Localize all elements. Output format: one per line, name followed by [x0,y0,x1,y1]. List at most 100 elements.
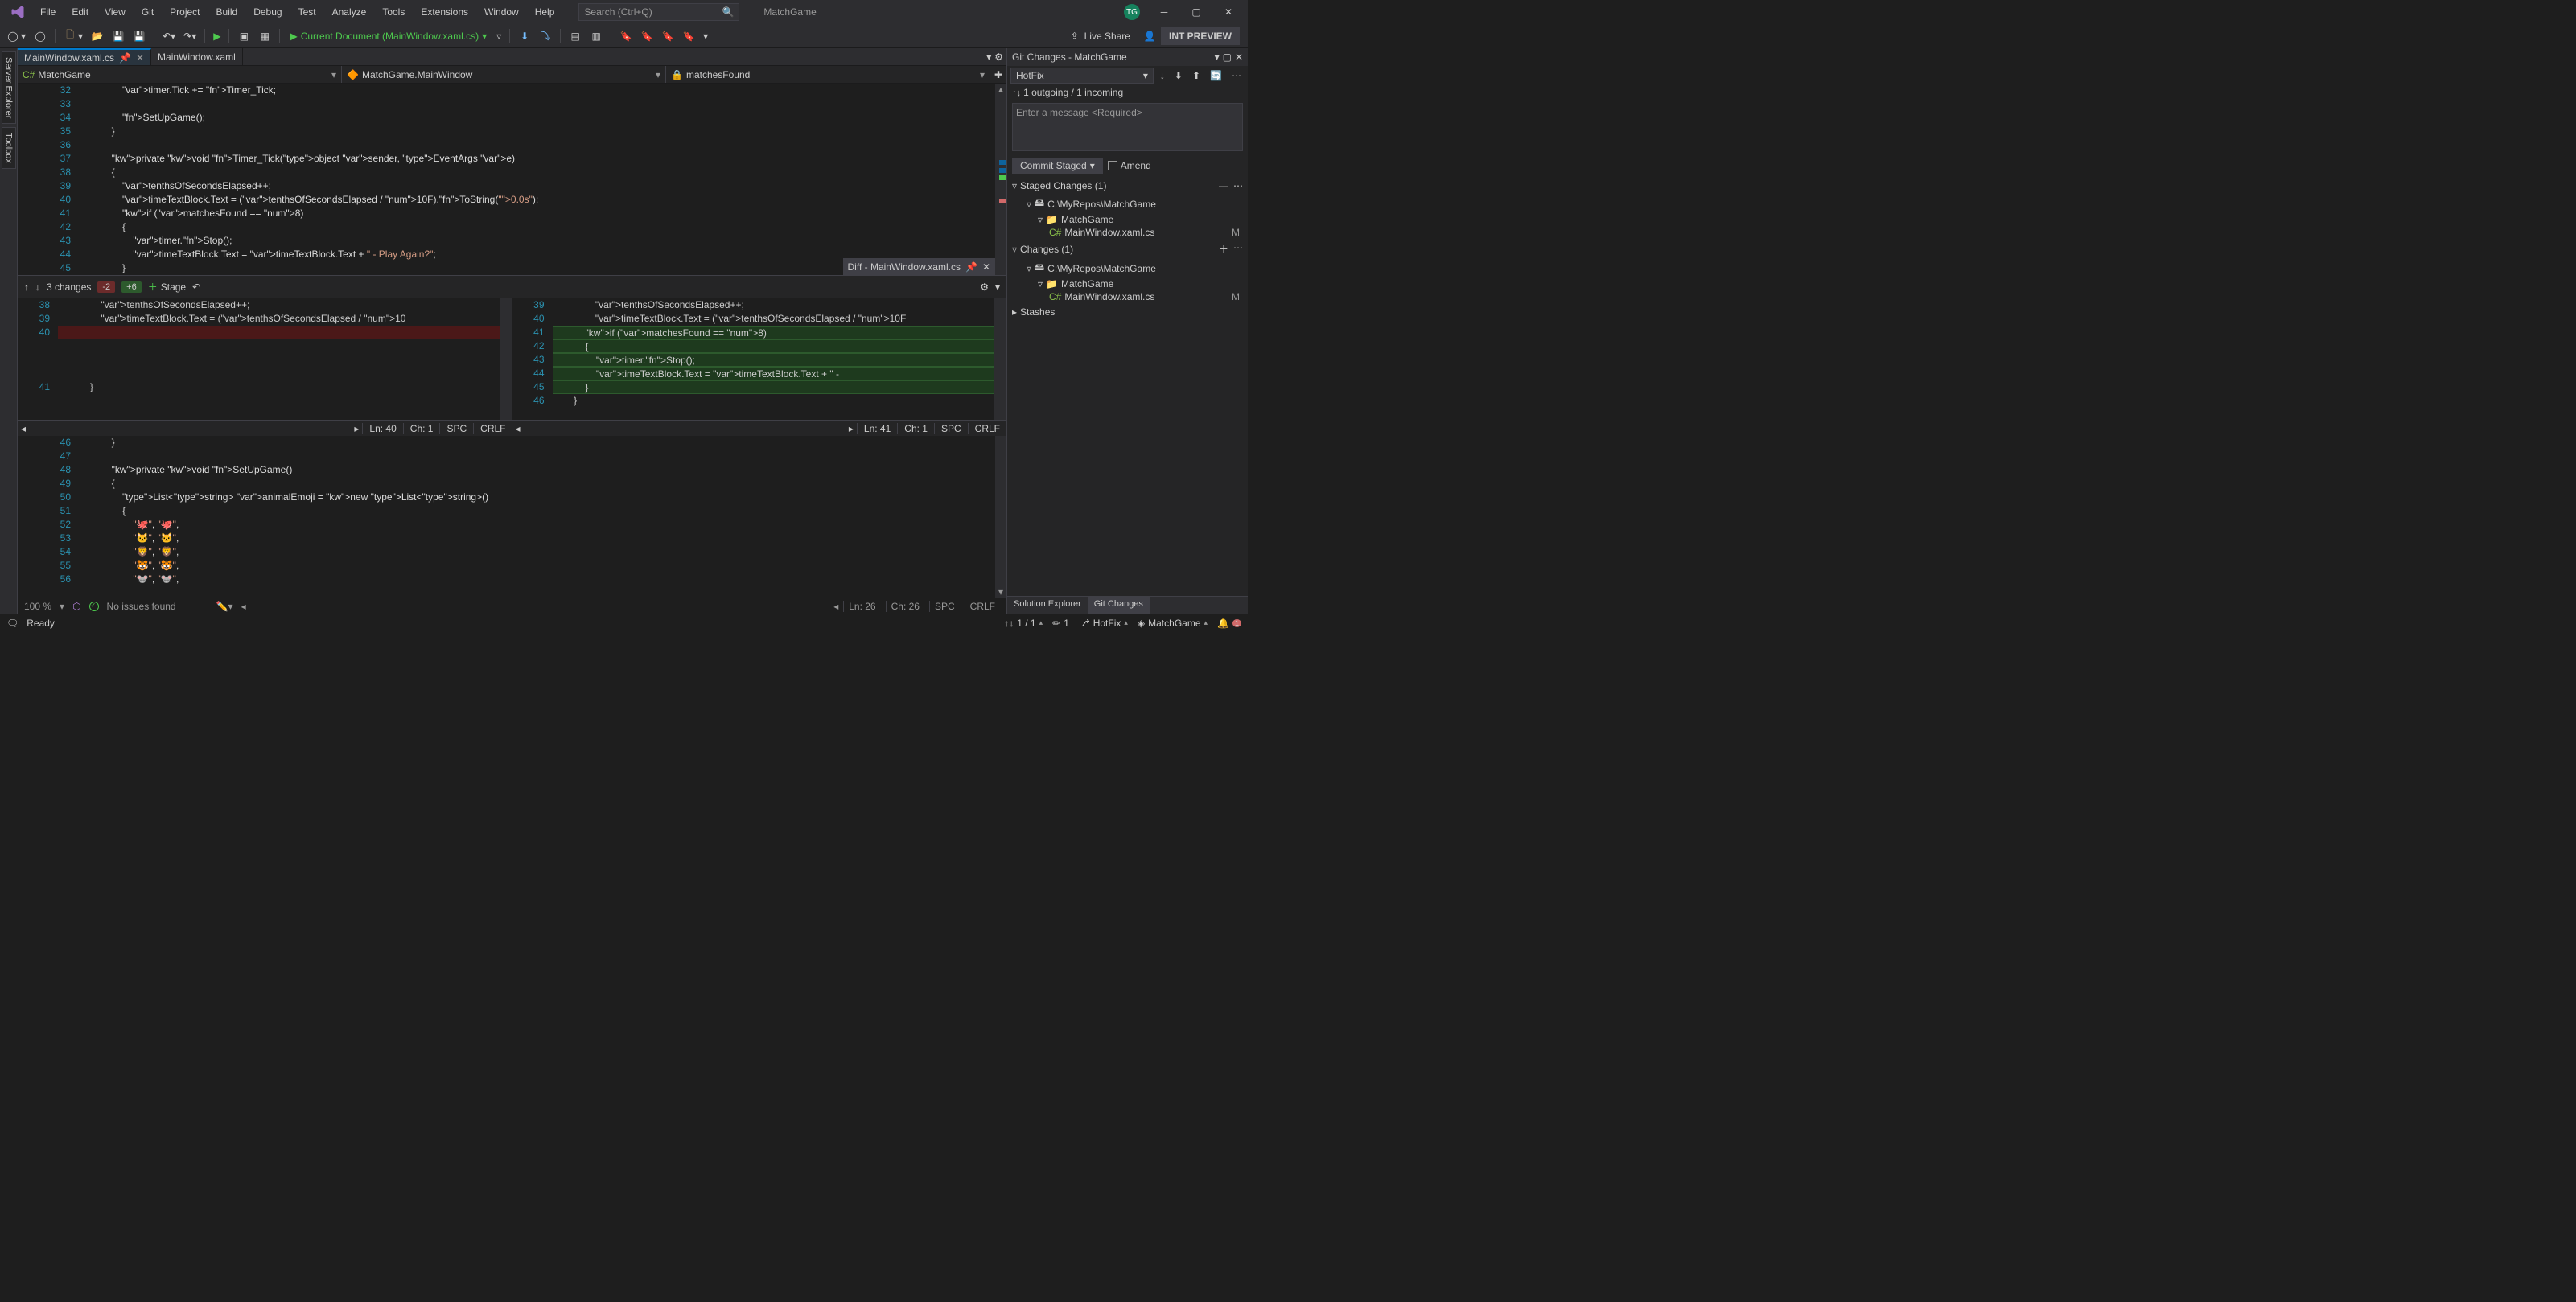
undo-button[interactable]: ↶▾ [159,29,179,43]
diff-undo-button[interactable]: ↶ [192,281,200,293]
tab-dropdown-icon[interactable]: ▾ [986,51,991,63]
diff-stage-button[interactable]: ＋Stage [148,280,186,294]
notifications[interactable]: 🔔1 [1217,618,1241,629]
diff-right-scrollbar[interactable] [994,298,1006,420]
step-over-button[interactable]: ⤵ [536,28,555,44]
diff-dropdown-icon[interactable]: ▾ [995,281,1000,293]
branch-status[interactable]: ⎇ HotFix ▴ [1079,618,1128,629]
branch-dropdown[interactable]: HotFix ▾ [1010,68,1154,84]
file-tab-active[interactable]: MainWindow.xaml.cs 📌 ✕ [18,48,151,65]
diff-close-icon[interactable]: ✕ [982,261,990,273]
git-panel-dropdown-icon[interactable]: ▾ [1215,51,1220,63]
zoom-level[interactable]: 100 % [24,601,51,612]
menu-extensions[interactable]: Extensions [413,3,476,21]
nav-split-button[interactable]: ✚ [990,66,1006,83]
line-ending[interactable]: CRLF [965,601,1000,612]
nav-back-button[interactable]: ◯▾ [3,28,29,44]
project-node[interactable]: ▿📁MatchGame [1012,213,1248,226]
changes-header[interactable]: ▿Changes (1) ＋⋯ [1007,239,1248,259]
zoom-menu-icon[interactable]: ▾ [60,601,64,612]
run-dropdown[interactable]: ▿ [493,29,504,43]
bookmark-clear[interactable]: 🔖 [679,28,698,44]
save-button[interactable]: 💾 [109,28,128,44]
changes-more-icon[interactable]: ⋯ [1233,242,1243,256]
push-button[interactable]: ⬆ [1189,68,1204,83]
close-button[interactable]: ✕ [1212,0,1245,24]
unstage-all-icon[interactable]: — [1219,180,1228,191]
stage-all-icon[interactable]: ＋ [1219,242,1228,256]
fetch-button[interactable]: ↓ [1157,68,1168,83]
menu-tools[interactable]: Tools [374,3,413,21]
indent-mode[interactable]: SPC [929,601,960,612]
new-item-button[interactable]: 🗋▾ [60,28,86,44]
menu-help[interactable]: Help [527,3,563,21]
diff-prev-button[interactable]: ↑ [24,281,29,293]
tab-settings-icon[interactable]: ⚙ [994,51,1003,63]
menu-project[interactable]: Project [162,3,208,21]
commit-staged-button[interactable]: Commit Staged▾ [1012,158,1103,174]
open-button[interactable]: 📂 [88,28,107,44]
debug-props-button[interactable]: ▦ [255,28,274,44]
toolbox-tab[interactable]: Toolbox [2,127,16,169]
server-explorer-tab[interactable]: Server Explorer [2,51,16,124]
vertical-scrollbar[interactable]: ▴ [995,84,1006,275]
nav-class[interactable]: 🔶 MatchGame.MainWindow ▾ [342,66,666,83]
nav-member[interactable]: 🔒 matchesFound ▾ [666,66,990,83]
start-button[interactable]: ▶ [210,29,224,43]
amend-checkbox[interactable]: Amend [1108,160,1151,171]
stashes-header[interactable]: ▸Stashes [1007,303,1248,321]
pin-icon[interactable]: 📌 [119,52,131,64]
bookmark-prev[interactable]: 🔖 [637,28,656,44]
output-icon[interactable]: 🗨 [6,618,19,629]
menu-test[interactable]: Test [290,3,324,21]
feedback-button[interactable]: 👤 [1140,28,1159,44]
diff-settings-icon[interactable]: ⚙ [980,281,989,293]
staged-changes-header[interactable]: ▿Staged Changes (1) —⋯ [1007,177,1248,195]
tool-btn-1[interactable]: ▤ [566,28,585,44]
menu-analyze[interactable]: Analyze [324,3,375,21]
minimize-button[interactable]: ─ [1148,0,1180,24]
user-avatar[interactable]: TG [1124,4,1140,20]
menu-build[interactable]: Build [208,3,246,21]
run-current-doc[interactable]: ▶ Current Document (MainWindow.xaml.cs) … [285,29,492,43]
vs-logo-icon[interactable] [8,2,27,22]
code-editor[interactable]: "var">timer.Tick += "fn">Timer_Tick; "fn… [90,84,995,275]
git-more-button[interactable]: ⋯ [1228,68,1245,83]
nav-fwd-button[interactable]: ◯ [31,28,50,44]
repo-status[interactable]: ◈ MatchGame ▴ [1138,618,1208,629]
diff-right-pane[interactable]: 3940414243444546 "var">tenthsOfSecondsEl… [512,298,1007,420]
diff-left-pane[interactable]: 38394041 "var">tenthsOfSecondsElapsed++;… [18,298,512,420]
search-input[interactable]: Search (Ctrl+Q) 🔍 [578,3,739,21]
tool-btn-2[interactable]: ▥ [586,28,606,44]
debug-target-button[interactable]: ▣ [234,28,253,44]
sync-status[interactable]: ↑↓ 1 / 1 ▴ [1004,618,1043,629]
toolbar-overflow[interactable]: ▾ [700,29,711,43]
menu-view[interactable]: View [97,3,134,21]
menu-file[interactable]: File [32,3,64,21]
sync-button[interactable]: 🔄 [1207,68,1225,83]
pull-button[interactable]: ⬇ [1171,68,1186,83]
outgoing-incoming-link[interactable]: ↑↓ 1 outgoing / 1 incoming [1007,85,1248,100]
step-into-button[interactable]: ⬇ [515,28,534,44]
git-panel-pin-icon[interactable]: ▢ [1223,51,1232,63]
file-tab[interactable]: MainWindow.xaml [151,48,243,65]
live-share-button[interactable]: ⇪Live Share [1068,30,1130,43]
project-node[interactable]: ▿📁MatchGame [1012,277,1248,290]
bookmark-next[interactable]: 🔖 [658,28,677,44]
changed-file[interactable]: C#MainWindow.xaml.csM [1012,226,1248,239]
changed-file[interactable]: C#MainWindow.xaml.csM [1012,290,1248,303]
vertical-scrollbar[interactable]: ▾ [995,436,1006,598]
nav-project[interactable]: C# MatchGame ▾ [18,66,342,83]
git-changes-tab[interactable]: Git Changes [1088,597,1150,614]
save-all-button[interactable]: 💾 [130,28,149,44]
repo-node[interactable]: ▿🖴C:\MyRepos\MatchGame [1012,195,1248,213]
repo-node[interactable]: ▿🖴C:\MyRepos\MatchGame [1012,259,1248,277]
menu-window[interactable]: Window [476,3,527,21]
menu-edit[interactable]: Edit [64,3,97,21]
code-editor[interactable]: } "kw">private "kw">void "fn">SetUpGame(… [90,436,995,598]
diff-pin-icon[interactable]: 📌 [965,261,977,273]
solution-explorer-tab[interactable]: Solution Explorer [1007,597,1088,614]
staged-more-icon[interactable]: ⋯ [1233,180,1243,191]
menu-git[interactable]: Git [134,3,162,21]
redo-button[interactable]: ↷▾ [180,29,200,43]
